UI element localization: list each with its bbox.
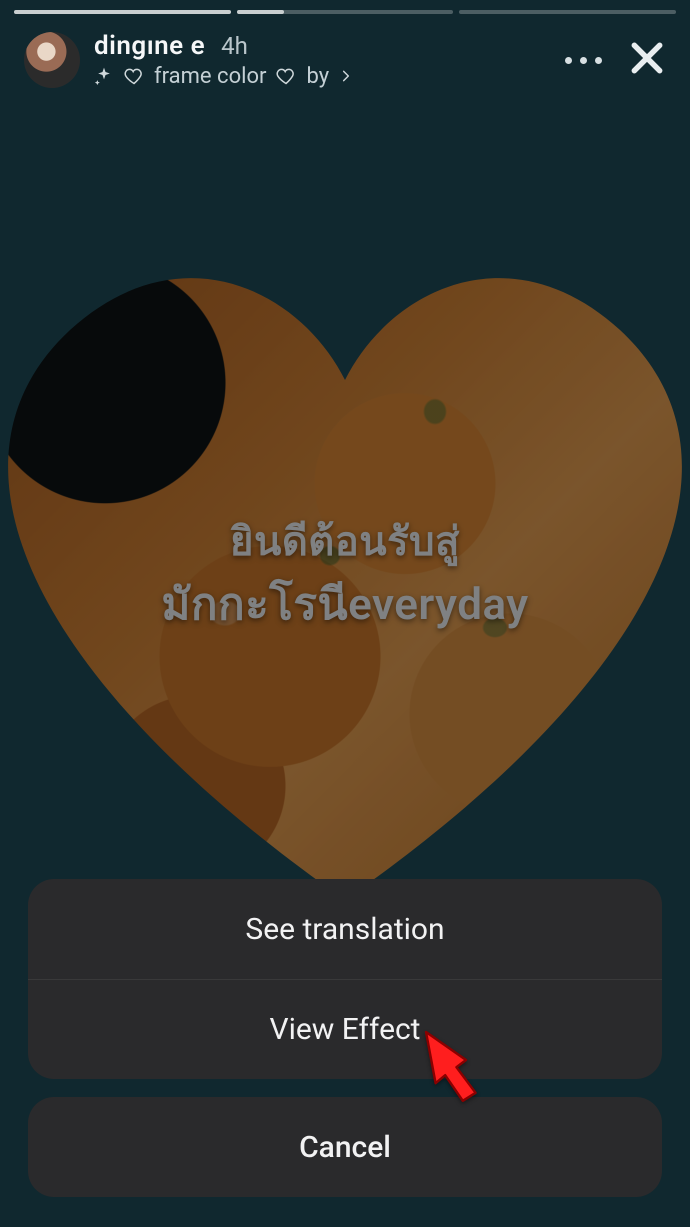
- close-button[interactable]: [628, 39, 666, 81]
- see-translation-button[interactable]: See translation: [28, 879, 662, 979]
- effect-attribution[interactable]: frame color by: [94, 63, 353, 91]
- username-label[interactable]: dingıne e: [94, 30, 205, 63]
- chevron-right-icon: [339, 67, 353, 85]
- effect-by-label: by: [306, 63, 329, 91]
- heart-outline-icon: [276, 66, 296, 86]
- heart-outline-icon: [124, 66, 144, 86]
- story-viewer: ยินดีต้อนรับสู่ มักกะโรนีeveryday dingın…: [0, 0, 690, 1227]
- avatar[interactable]: [24, 32, 80, 88]
- story-header: dingıne e 4h frame color by: [24, 30, 666, 90]
- story-meta: dingıne e 4h frame color by: [94, 30, 353, 90]
- view-effect-button[interactable]: View Effect: [28, 979, 662, 1079]
- action-sheet: See translation View Effect Cancel: [28, 879, 662, 1197]
- story-progress-bar: [14, 10, 676, 14]
- view-effect-label: View Effect: [269, 1012, 420, 1047]
- effect-name-label: frame color: [154, 63, 266, 91]
- progress-seg: [459, 10, 676, 14]
- action-sheet-group: See translation View Effect: [28, 879, 662, 1079]
- timestamp-label: 4h: [221, 31, 248, 61]
- cancel-label: Cancel: [299, 1130, 391, 1165]
- progress-seg: [237, 10, 454, 14]
- progress-seg: [14, 10, 231, 14]
- action-sheet-cancel-group: Cancel: [28, 1097, 662, 1197]
- see-translation-label: See translation: [245, 912, 444, 947]
- cancel-button[interactable]: Cancel: [28, 1097, 662, 1197]
- sparkle-icon: [94, 66, 114, 86]
- more-options-button[interactable]: [565, 57, 602, 64]
